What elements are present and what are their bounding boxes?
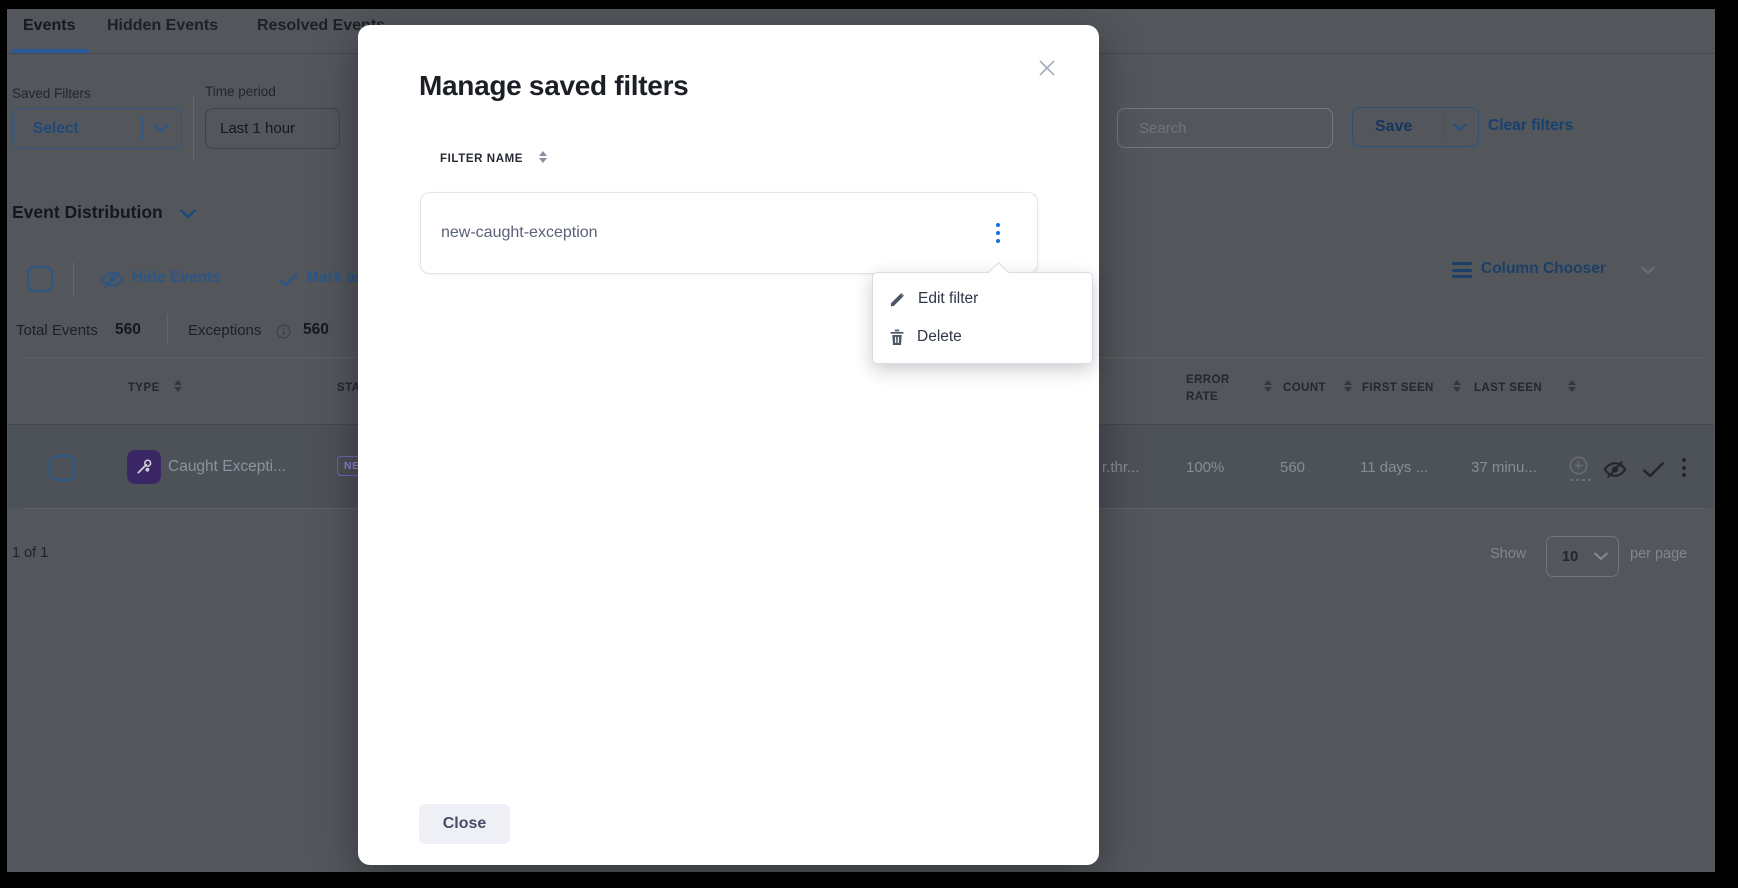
hide-event-eye-slash-icon[interactable]	[1602, 461, 1628, 478]
edit-filter-menu-item[interactable]: Edit filter	[873, 280, 1092, 318]
filter-kebab-menu-button[interactable]	[983, 218, 1013, 248]
filter-context-menu: Edit filter Delete	[872, 272, 1093, 364]
chevron-down-icon	[154, 124, 168, 133]
check-icon	[279, 273, 298, 287]
row-first-seen: 11 days ...	[1360, 459, 1428, 476]
filter-name-column-header[interactable]: FILTER NAME	[440, 153, 523, 165]
circle-plus-icon[interactable]	[1568, 455, 1589, 476]
sort-icon[interactable]	[174, 380, 182, 392]
saved-filter-name: new-caught-exception	[441, 224, 983, 242]
column-chooser-button[interactable]: Column Chooser	[1481, 260, 1606, 278]
sort-icon[interactable]	[539, 151, 547, 163]
delete-filter-label: Delete	[917, 328, 962, 346]
show-label: Show	[1490, 546, 1526, 562]
modal-title: Manage saved filters	[419, 70, 688, 102]
column-header-error-rate-line1[interactable]: ERROR	[1186, 374, 1230, 386]
screenshot-frame: Events Hidden Events Resolved Events Sav…	[0, 0, 1738, 888]
total-events-label: Total Events	[16, 322, 98, 339]
clear-filters-link[interactable]: Clear filters	[1488, 117, 1573, 135]
exceptions-label: Exceptions	[188, 322, 261, 339]
manage-saved-filters-modal: Manage saved filters FILTER NAME new-cau…	[358, 25, 1099, 865]
exceptions-value: 560	[303, 321, 329, 339]
sort-icon[interactable]	[1568, 380, 1576, 392]
hide-events-button[interactable]: Hide Events	[132, 269, 221, 287]
delete-filter-menu-item[interactable]: Delete	[873, 318, 1092, 356]
page-info: 1 of 1	[12, 545, 48, 561]
sort-icon[interactable]	[1453, 380, 1461, 392]
row-kebab-menu-icon[interactable]	[1682, 458, 1686, 477]
select-all-checkbox[interactable]	[27, 266, 53, 292]
row-last-seen: 37 minu...	[1471, 459, 1537, 476]
search-input[interactable]	[1139, 120, 1338, 137]
sort-icon[interactable]	[1344, 380, 1352, 392]
modal-close-icon[interactable]	[1032, 53, 1062, 83]
column-header-first-seen[interactable]: FIRST SEEN	[1362, 382, 1434, 394]
page-size-value: 10	[1562, 549, 1594, 565]
tab-events[interactable]: Events	[23, 17, 75, 35]
info-icon[interactable]	[276, 324, 291, 339]
time-period-input[interactable]: Last 1 hour	[205, 108, 340, 149]
tab-hidden-events[interactable]: Hidden Events	[107, 17, 218, 35]
filter-group-divider	[193, 95, 194, 160]
save-button[interactable]: Save	[1352, 107, 1479, 147]
chevron-down-icon[interactable]	[1641, 266, 1655, 275]
chevron-down-icon	[1453, 123, 1467, 132]
trash-icon	[889, 329, 905, 346]
row-checkbox[interactable]	[49, 455, 75, 481]
row-error-rate: 100%	[1186, 459, 1224, 476]
row-count: 560	[1280, 459, 1305, 476]
select-button-divider	[142, 117, 144, 141]
column-header-count[interactable]: COUNT	[1283, 382, 1326, 394]
modal-close-button[interactable]: Close	[419, 804, 510, 844]
column-header-type[interactable]: TYPE	[128, 382, 160, 394]
time-period-label: Time period	[205, 84, 276, 99]
sort-icon[interactable]	[1264, 380, 1272, 392]
saved-filters-select[interactable]: Select	[12, 108, 182, 149]
saved-filters-select-label: Select	[33, 120, 142, 138]
page-size-select[interactable]: 10	[1546, 536, 1619, 577]
save-button-divider	[1443, 115, 1445, 139]
event-distribution-heading: Event Distribution	[12, 202, 163, 223]
toolbar-divider	[73, 262, 74, 296]
column-header-error-rate-line2: RATE	[1186, 391, 1218, 403]
caught-exception-icon	[127, 450, 161, 484]
chevron-down-icon[interactable]	[180, 209, 196, 219]
chevron-down-icon	[1594, 552, 1608, 561]
pencil-icon	[889, 291, 906, 308]
dotted-underline	[1570, 479, 1591, 481]
eye-slash-icon	[100, 271, 124, 288]
row-type-text[interactable]: Caught Excepti...	[168, 458, 286, 476]
column-header-last-seen[interactable]: LAST SEEN	[1474, 382, 1542, 394]
per-page-label: per page	[1630, 546, 1687, 562]
hamburger-icon	[1452, 262, 1472, 278]
saved-filters-label: Saved Filters	[12, 86, 91, 101]
save-button-label: Save	[1375, 118, 1443, 136]
search-box	[1117, 108, 1333, 148]
row-location-text: r.thr...	[1102, 459, 1140, 476]
mark-resolved-check-icon[interactable]	[1643, 462, 1664, 478]
summary-divider	[167, 314, 168, 344]
total-events-value: 560	[115, 321, 141, 339]
edit-filter-label: Edit filter	[918, 290, 978, 308]
saved-filter-row: new-caught-exception	[420, 192, 1038, 274]
